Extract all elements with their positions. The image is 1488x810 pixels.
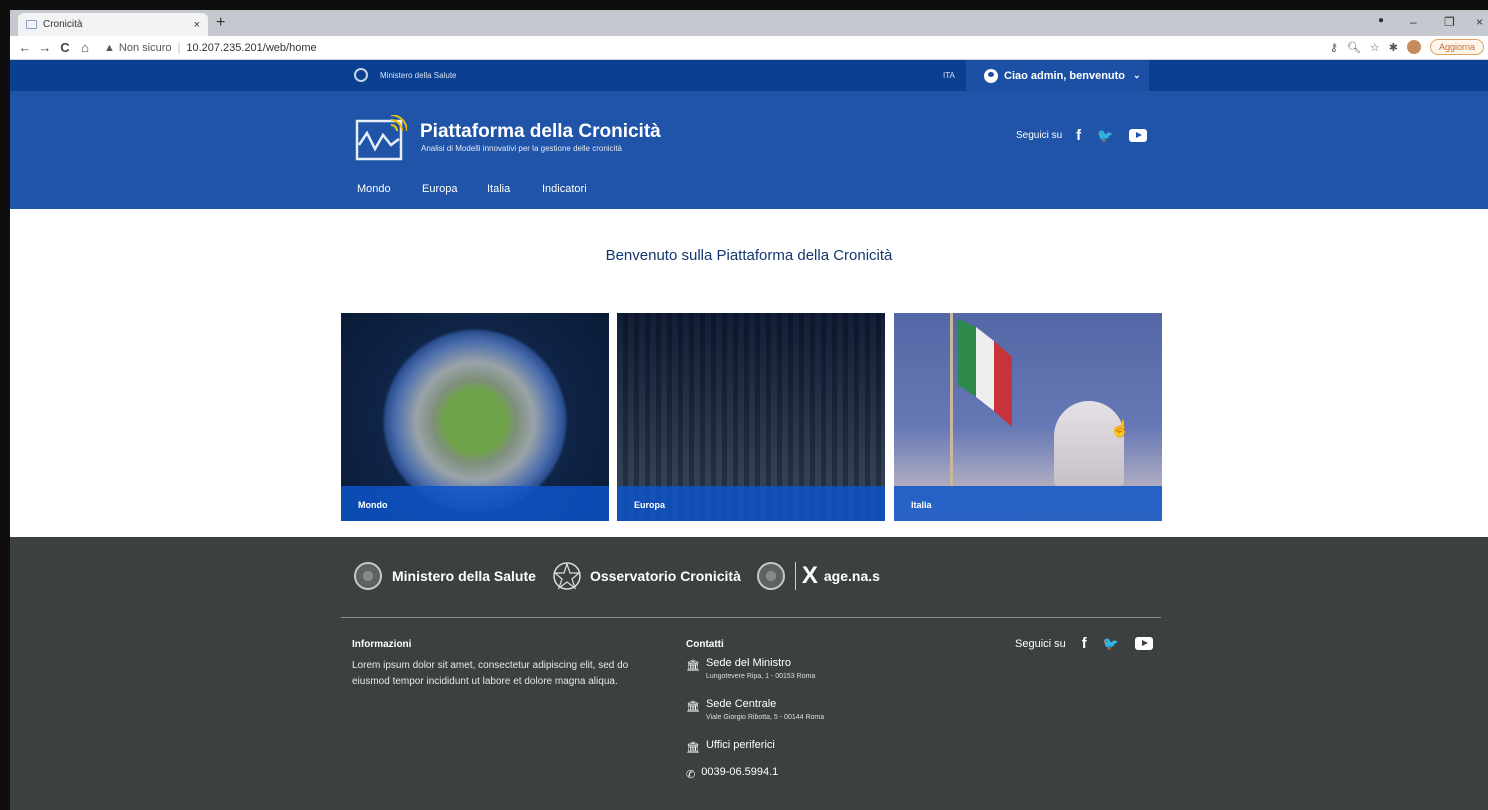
record-icon[interactable]: ● [1378,15,1384,26]
close-window-button[interactable]: × [1476,15,1483,29]
ministry-link[interactable]: Ministero della Salute [354,68,456,82]
slim-header: Ministero della Salute ITA Ciao admin, b… [10,60,1488,91]
ministry-label: Ministero della Salute [380,70,457,80]
facebook-icon[interactable]: f [1076,127,1081,144]
toolbar-icons: ⚷ 🔍︎ ☆ ✱ Aggiorna [1330,39,1484,55]
tab-title: Cronicità [43,19,83,30]
user-greeting: Ciao admin, benvenuto [1004,69,1126,82]
nav-item-mondo[interactable]: Mondo [357,183,391,195]
social-label: Seguici su [1016,130,1063,141]
hand-cursor-icon: ☝ [1110,421,1130,438]
browser-tab-bar: Cronicità × + ● – ❐ × [10,10,1488,36]
contact-address: Viale Giorgio Ribotta, 5 - 00144 Roma [705,714,825,721]
browser-window: Cronicità × + ● – ❐ × ← → C ⌂ ▲ Non sicu… [10,10,1488,810]
italian-flag-icon [958,319,1012,427]
bank-icon: 🏛 [686,701,700,713]
republic-emblem-icon [354,562,382,590]
url-field[interactable]: ▲ Non sicuro | 10.207.235.201/web/home [104,42,317,54]
flag-pole [950,313,953,488]
contact-name: Uffici periferici [705,739,775,751]
card-caption: Mondo [341,486,609,521]
page-favicon-icon [26,20,37,29]
main-content: Benvenuto sulla Piattaforma della Cronic… [10,209,1488,537]
main-nav: Mondo Europa Italia Indicatori [10,179,1488,209]
header-social: Seguici su f 🐦 [1016,127,1148,144]
new-tab-button[interactable]: + [216,14,225,32]
forward-button[interactable]: → [36,40,54,55]
update-button[interactable]: Aggiorna [1429,39,1484,55]
contact-name: Sede Centrale [705,698,777,710]
footer-logo-ministero[interactable]: Ministero della Salute [392,568,536,584]
back-button[interactable]: ← [16,40,34,55]
minimize-button[interactable]: – [1410,15,1417,29]
footer: Ministero della Salute Osservatorio Cron… [10,537,1488,810]
card-mondo[interactable]: Mondo [341,313,609,521]
info-text: Lorem ipsum dolor sit amet, consectetur … [352,660,629,687]
platform-logo-icon[interactable] [355,115,407,161]
star-icon[interactable]: ☆ [1370,41,1380,54]
url-text[interactable]: 10.207.235.201/web/home [186,42,316,54]
address-bar: ← → C ⌂ ▲ Non sicuro | 10.207.235.201/we… [10,36,1488,60]
bank-icon: 🏛 [686,742,700,754]
card-italia[interactable]: ☝ Italia [894,313,1162,521]
user-menu-button[interactable]: Ciao admin, benvenuto ⌄ [966,60,1149,91]
card-caption: Europa [617,486,885,521]
contact-item[interactable]: 🏛 Uffici periferici [686,739,775,754]
site-subtitle: Analisi di Modelli innovativi per la ges… [421,144,622,153]
footer-logo-osservatorio[interactable]: Osservatorio Cronicità [590,568,741,584]
bank-icon: 🏛 [686,660,700,672]
twitter-icon[interactable]: 🐦 [1097,128,1113,144]
twitter-icon[interactable]: 🐦 [1103,636,1119,652]
site-title[interactable]: Piattaforma della Cronicità [420,121,661,143]
footer-logos: Ministero della Salute Osservatorio Cron… [354,561,880,591]
contact-phone[interactable]: ✆ 0039-06.5994.1 [686,766,778,781]
card-europa[interactable]: Europa [617,313,885,521]
youtube-icon[interactable] [1134,637,1153,650]
nav-item-italia[interactable]: Italia [487,183,510,195]
tab-close-icon[interactable]: × [194,19,200,31]
extensions-icon[interactable]: ✱ [1389,41,1398,54]
browser-tab[interactable]: Cronicità × [18,13,208,36]
home-button[interactable]: ⌂ [76,40,94,55]
footer-divider [341,617,1161,618]
footer-logo-agenas[interactable]: age.na.s [824,568,880,584]
warning-icon[interactable]: ▲ [104,42,115,54]
welcome-heading: Benvenuto sulla Piattaforma della Cronic… [605,247,893,264]
contacts-title: Contatti [686,639,724,650]
church-dome [1054,401,1124,486]
security-label[interactable]: Non sicuro [119,42,172,54]
restore-button[interactable]: ❐ [1444,15,1455,29]
republic-emblem-icon [354,68,368,82]
key-icon[interactable]: ⚷ [1330,41,1338,54]
info-title: Informazioni [352,639,412,650]
reload-button[interactable]: C [56,40,74,55]
contact-item[interactable]: 🏛 Sede Centrale Viale Giorgio Ribotta, 5… [686,698,824,721]
facebook-icon[interactable]: f [1082,635,1087,652]
card-caption: Italia [894,486,1162,521]
nav-item-europa[interactable]: Europa [422,183,457,195]
social-label: Seguici su [1015,637,1066,650]
republic-emblem-icon [756,562,785,590]
agenas-logo-icon: X [794,562,818,590]
contact-address: Lungotevere Ripa, 1 - 00153 Roma [705,673,816,680]
footer-social: Seguici su f 🐦 [1015,635,1153,652]
phone-number: 0039-06.5994.1 [701,766,779,778]
phone-icon: ✆ [686,769,696,781]
language-selector[interactable]: ITA [943,71,955,80]
omnibox-separator: | [177,41,181,54]
contact-item[interactable]: 🏛 Sede del Ministro Lungotevere Ripa, 1 … [686,657,815,680]
center-header: Piattaforma della Cronicità Analisi di M… [10,91,1488,179]
profile-avatar[interactable] [1406,40,1421,54]
osservatorio-logo-icon [553,562,581,590]
youtube-icon[interactable] [1129,129,1148,142]
nav-item-indicatori[interactable]: Indicatori [542,183,587,195]
user-icon [984,68,998,83]
contact-name: Sede del Ministro [705,657,791,669]
zoom-icon[interactable]: 🔍︎ [1347,41,1361,54]
chevron-down-icon: ⌄ [1133,70,1141,80]
